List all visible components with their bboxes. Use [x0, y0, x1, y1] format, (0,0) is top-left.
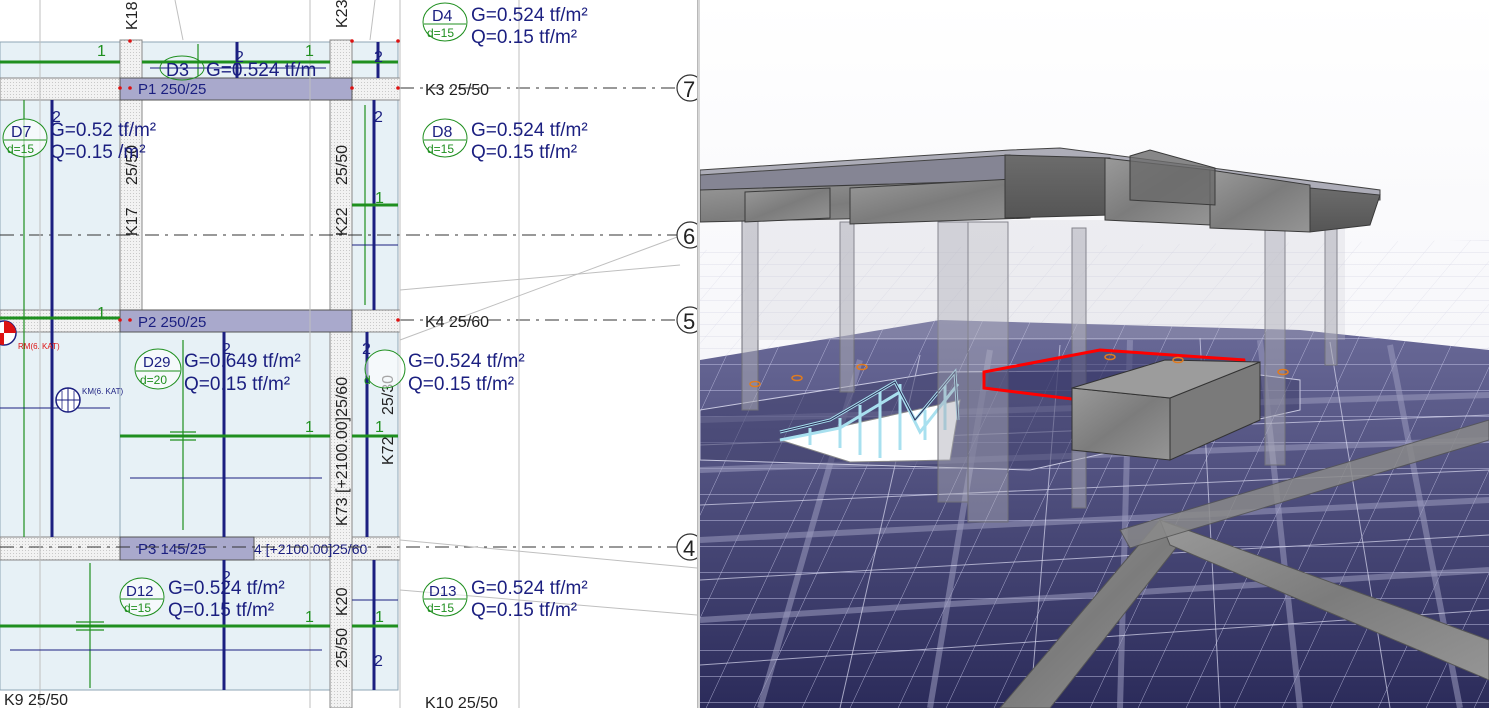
svg-text:1: 1 — [375, 609, 384, 626]
svg-text:G=0.524 tf/m²: G=0.524 tf/m² — [471, 120, 588, 141]
svg-text:D13: D13 — [429, 583, 457, 600]
svg-text:G=0.52 tf/m²: G=0.52 tf/m² — [50, 120, 156, 141]
svg-text:Q=0.15 tf/m²: Q=0.15 tf/m² — [471, 600, 577, 621]
slab-d4[interactable]: D4 d=15 G=0.524 tf/m² Q=0.15 tf/m² — [422, 2, 588, 48]
svg-text:Q=0.15 tf/m²: Q=0.15 tf/m² — [471, 27, 577, 48]
rm-label: RM(6. KAT) — [18, 342, 60, 351]
col-k22-size: 25/50 — [334, 145, 351, 185]
beam-p3[interactable]: P3 145/25 — [119, 536, 255, 561]
svg-text:d=15: d=15 — [427, 142, 454, 156]
svg-text:Q=0.15 tf/m²: Q=0.15 tf/m² — [184, 374, 290, 395]
svg-text:1: 1 — [305, 419, 314, 436]
axis-markers[interactable]: 7 6 5 4 — [676, 74, 697, 561]
svg-text:1: 1 — [97, 305, 106, 322]
col-k73-label: K73 — [334, 497, 351, 526]
svg-text:D8: D8 — [432, 124, 453, 141]
svg-text:Q=0.15 /m²: Q=0.15 /m² — [50, 142, 146, 163]
svg-text:G=0.524 tf/m: G=0.524 tf/m — [206, 60, 316, 81]
svg-text:D7: D7 — [11, 124, 32, 141]
col-k20-size: 25/50 — [334, 628, 351, 668]
k10-label: K10 25/50 — [425, 695, 498, 708]
beam-p1-label: P1 250/25 — [138, 81, 206, 98]
slab-partial[interactable]: d G=0.524 tf/m² Q=0.15 tf/m² — [364, 349, 525, 395]
col-k72-label: K72 — [380, 436, 397, 465]
svg-text:G=0.524 tf/m²: G=0.524 tf/m² — [471, 5, 588, 26]
beam-p3-label: P3 145/25 — [138, 541, 206, 558]
axis-7-label: 7 — [683, 77, 695, 102]
k3-label: K3 25/50 — [425, 82, 489, 99]
svg-text:d=15: d=15 — [7, 142, 34, 156]
col-k23-label: K23 — [334, 0, 351, 28]
slab-d13[interactable]: D13 d=15 G=0.524 tf/m² Q=0.15 tf/m² — [422, 577, 588, 621]
svg-text:G=0.524 tf/m²: G=0.524 tf/m² — [408, 351, 525, 372]
svg-text:G=0.524 tf/m²: G=0.524 tf/m² — [168, 578, 285, 599]
plan-view[interactable]: P1 250/25 P2 250/25 P3 145/25 4 [+2100.0… — [0, 0, 697, 708]
svg-text:D4: D4 — [432, 8, 453, 25]
svg-text:1: 1 — [305, 609, 314, 626]
svg-text:G=0.524 tf/m²: G=0.524 tf/m² — [471, 578, 588, 599]
svg-text:1: 1 — [97, 43, 106, 60]
axis-4-label: 4 — [683, 536, 695, 561]
svg-text:D29: D29 — [143, 354, 171, 371]
col-k20-label: K20 — [334, 587, 351, 616]
svg-text:2: 2 — [374, 109, 383, 126]
km-label: KM(6. KAT) — [82, 387, 124, 396]
col-k18-label: K18 — [124, 1, 141, 30]
svg-text:Q=0.15 tf/m²: Q=0.15 tf/m² — [168, 600, 274, 621]
k9-label: K9 25/50 — [4, 692, 68, 708]
slab-d12[interactable]: D12 d=15 G=0.524 tf/m² Q=0.15 tf/m² — [119, 577, 285, 621]
svg-text:1: 1 — [375, 419, 384, 436]
slab-d3[interactable]: D3 G=0.524 tf/m — [159, 55, 316, 81]
svg-text:Q=0.15 tf/m²: Q=0.15 tf/m² — [408, 374, 514, 395]
col-k22-label: K22 — [334, 207, 351, 236]
3d-viewport[interactable] — [700, 0, 1489, 708]
svg-text:d: d — [364, 373, 371, 387]
beam-overlap-text: 4 [+2100.00]25/60 — [254, 541, 367, 557]
svg-text:1: 1 — [305, 43, 314, 60]
beam-p2[interactable]: P2 250/25 — [119, 309, 353, 333]
svg-text:Q=0.15 tf/m²: Q=0.15 tf/m² — [471, 142, 577, 163]
3d-canvas[interactable] — [700, 0, 1489, 708]
svg-text:2: 2 — [374, 49, 383, 66]
svg-text:D12: D12 — [126, 583, 154, 600]
svg-text:2: 2 — [374, 653, 383, 670]
svg-text:1: 1 — [375, 190, 384, 207]
svg-text:d=15: d=15 — [124, 601, 151, 615]
axis-6-label: 6 — [683, 224, 695, 249]
plan-canvas[interactable]: P1 250/25 P2 250/25 P3 145/25 4 [+2100.0… — [0, 0, 697, 708]
col-k17-label: K17 — [124, 207, 141, 236]
beam-p2-label: P2 250/25 — [138, 314, 206, 331]
k4-label: K4 25/60 — [425, 314, 489, 331]
axis-5-label: 5 — [683, 309, 695, 334]
slab-d8[interactable]: D8 d=15 G=0.524 tf/m² Q=0.15 tf/m² — [422, 118, 588, 163]
beam-p1[interactable]: P1 250/25 — [119, 77, 353, 101]
svg-text:2: 2 — [362, 341, 371, 358]
svg-text:d=20: d=20 — [140, 373, 167, 387]
col-k73-size: [+2100.00]25/60 — [334, 377, 351, 493]
svg-text:D3: D3 — [166, 60, 189, 80]
svg-text:d=15: d=15 — [427, 26, 454, 40]
svg-text:d=15: d=15 — [427, 601, 454, 615]
svg-text:G=0.649 tf/m²: G=0.649 tf/m² — [184, 351, 301, 372]
